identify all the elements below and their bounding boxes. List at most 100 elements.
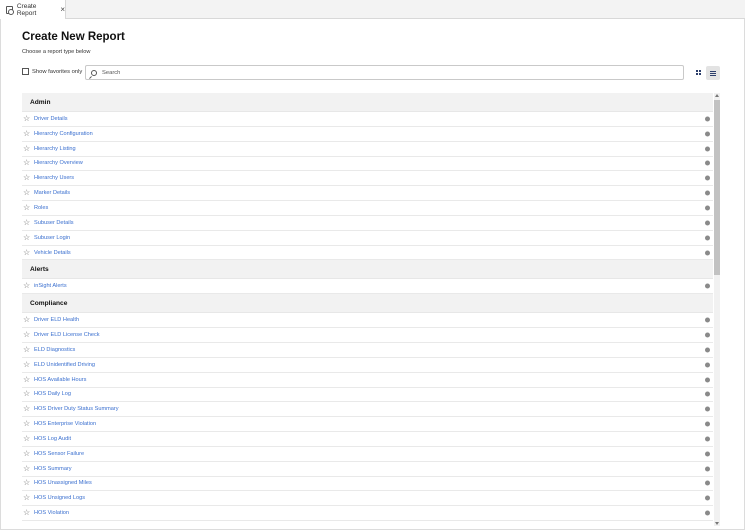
report-row[interactable]: ☆ ELD Diagnostics bbox=[22, 343, 713, 358]
show-favorites-toggle[interactable]: Show favorites only bbox=[22, 68, 82, 75]
scrollbar-thumb[interactable] bbox=[714, 100, 720, 275]
report-row[interactable]: ☆ HOS Violation bbox=[22, 506, 713, 522]
info-icon[interactable] bbox=[705, 250, 710, 256]
favorite-star-icon[interactable]: ☆ bbox=[22, 420, 34, 428]
info-icon[interactable] bbox=[705, 160, 710, 166]
info-icon[interactable] bbox=[705, 391, 710, 397]
favorite-star-icon[interactable]: ☆ bbox=[22, 345, 34, 354]
favorite-star-icon[interactable]: ☆ bbox=[22, 218, 34, 227]
report-link[interactable]: HOS Sensor Failure bbox=[34, 451, 84, 457]
list-view-button[interactable] bbox=[706, 66, 720, 80]
info-icon[interactable] bbox=[705, 131, 710, 137]
report-row[interactable]: ☆ Driver ELD License Check bbox=[22, 328, 713, 343]
favorite-star-icon[interactable]: ☆ bbox=[22, 144, 34, 153]
report-row[interactable]: ☆ HOS Daily Log bbox=[22, 388, 713, 403]
favorite-star-icon[interactable]: ☆ bbox=[22, 449, 34, 458]
favorite-star-icon[interactable]: ☆ bbox=[22, 129, 34, 138]
info-icon[interactable] bbox=[705, 146, 710, 152]
report-row[interactable]: ☆ Vehicle Details bbox=[22, 246, 713, 261]
report-link[interactable]: Hierarchy Overview bbox=[34, 160, 83, 166]
favorite-star-icon[interactable]: ☆ bbox=[22, 509, 34, 517]
report-row[interactable]: ☆ Driver Details bbox=[22, 112, 713, 127]
report-link[interactable]: HOS Enterprise Violation bbox=[34, 421, 96, 427]
info-icon[interactable] bbox=[705, 317, 710, 323]
report-row[interactable]: ☆ Marker Details bbox=[22, 186, 713, 202]
report-row[interactable]: ☆ HOS Unassigned Miles bbox=[22, 477, 713, 492]
report-link[interactable]: HOS Unsigned Logs bbox=[34, 495, 85, 501]
report-row[interactable]: ☆ Roles bbox=[22, 201, 713, 216]
report-row[interactable]: ☆ Hierarchy Users bbox=[22, 171, 713, 187]
report-row[interactable]: ☆ Subuser Login bbox=[22, 231, 713, 246]
report-link[interactable]: Subuser Details bbox=[34, 220, 74, 226]
report-link[interactable]: HOS Log Audit bbox=[34, 436, 71, 442]
report-row[interactable]: ☆ inSight Alerts bbox=[22, 279, 713, 295]
report-link[interactable]: inSight Alerts bbox=[34, 283, 67, 289]
search-input[interactable] bbox=[102, 69, 662, 76]
info-icon[interactable] bbox=[705, 495, 710, 501]
report-link[interactable]: HOS Summary bbox=[34, 466, 72, 472]
favorite-star-icon[interactable]: ☆ bbox=[22, 203, 34, 212]
info-icon[interactable] bbox=[705, 451, 710, 457]
report-link[interactable]: HOS Unassigned Miles bbox=[34, 480, 92, 486]
info-icon[interactable] bbox=[705, 362, 710, 368]
report-row[interactable]: ☆ HOS Sensor Failure bbox=[22, 447, 713, 462]
favorite-star-icon[interactable]: ☆ bbox=[22, 464, 34, 473]
tab-create-report[interactable]: Create Report × bbox=[0, 0, 66, 19]
report-row[interactable]: ☆ Hierarchy Listing bbox=[22, 142, 713, 157]
favorite-star-icon[interactable]: ☆ bbox=[22, 316, 34, 324]
favorites-checkbox[interactable] bbox=[22, 68, 29, 75]
favorite-star-icon[interactable]: ☆ bbox=[22, 360, 34, 369]
info-icon[interactable] bbox=[705, 480, 710, 486]
info-icon[interactable] bbox=[705, 421, 710, 427]
info-icon[interactable] bbox=[705, 332, 710, 338]
report-row[interactable]: ☆ Subuser Details bbox=[22, 216, 713, 231]
favorite-star-icon[interactable]: ☆ bbox=[22, 159, 34, 167]
report-link[interactable]: Subuser Login bbox=[34, 235, 70, 241]
report-link[interactable]: Driver ELD Health bbox=[34, 317, 79, 323]
report-row[interactable]: ☆ Hierarchy Overview bbox=[22, 157, 713, 172]
report-row[interactable]: ☆ HOS Driver Duty Status Summary bbox=[22, 402, 713, 418]
report-link[interactable]: Marker Details bbox=[34, 190, 70, 196]
list-scrollbar[interactable] bbox=[714, 93, 720, 526]
favorite-star-icon[interactable]: ☆ bbox=[22, 479, 34, 487]
report-link[interactable]: Hierarchy Listing bbox=[34, 146, 76, 152]
info-icon[interactable] bbox=[705, 377, 710, 383]
favorite-star-icon[interactable]: ☆ bbox=[22, 405, 34, 413]
scroll-up-icon[interactable] bbox=[715, 94, 719, 97]
report-link[interactable]: HOS Available Hours bbox=[34, 377, 86, 383]
info-icon[interactable] bbox=[705, 510, 710, 516]
info-icon[interactable] bbox=[705, 190, 710, 196]
report-link[interactable]: HOS Driver Duty Status Summary bbox=[34, 406, 119, 412]
report-row[interactable]: ☆ Driver ELD Health bbox=[22, 313, 713, 329]
report-row[interactable]: ☆ ELD Unidentified Driving bbox=[22, 358, 713, 373]
info-icon[interactable] bbox=[705, 283, 710, 289]
favorite-star-icon[interactable]: ☆ bbox=[22, 434, 34, 443]
scroll-down-icon[interactable] bbox=[715, 522, 719, 525]
report-row[interactable]: ☆ HOS Unsigned Logs bbox=[22, 491, 713, 507]
report-link[interactable]: Roles bbox=[34, 205, 48, 211]
report-link[interactable]: Hierarchy Users bbox=[34, 175, 74, 181]
tab-close-icon[interactable]: × bbox=[60, 5, 65, 14]
favorite-star-icon[interactable]: ☆ bbox=[22, 494, 34, 502]
report-link[interactable]: Driver Details bbox=[34, 116, 68, 122]
info-icon[interactable] bbox=[705, 235, 710, 241]
report-link[interactable]: Hierarchy Configuration bbox=[34, 131, 93, 137]
report-row[interactable]: ☆ HOS Summary bbox=[22, 462, 713, 477]
search-box[interactable] bbox=[85, 65, 684, 80]
report-row[interactable]: ☆ HOS Log Audit bbox=[22, 432, 713, 447]
info-icon[interactable] bbox=[705, 347, 710, 353]
report-link[interactable]: ELD Diagnostics bbox=[34, 347, 75, 353]
favorite-star-icon[interactable]: ☆ bbox=[22, 174, 34, 182]
info-icon[interactable] bbox=[705, 220, 710, 226]
report-link[interactable]: Driver ELD License Check bbox=[34, 332, 100, 338]
info-icon[interactable] bbox=[705, 406, 710, 412]
info-icon[interactable] bbox=[705, 436, 710, 442]
favorite-star-icon[interactable]: ☆ bbox=[22, 248, 34, 257]
favorite-star-icon[interactable]: ☆ bbox=[22, 331, 34, 339]
favorite-star-icon[interactable]: ☆ bbox=[22, 233, 34, 242]
info-icon[interactable] bbox=[705, 175, 710, 181]
favorite-star-icon[interactable]: ☆ bbox=[22, 114, 34, 123]
report-link[interactable]: HOS Violation bbox=[34, 510, 69, 516]
info-icon[interactable] bbox=[705, 116, 710, 122]
report-row[interactable]: ☆ HOS Enterprise Violation bbox=[22, 417, 713, 433]
